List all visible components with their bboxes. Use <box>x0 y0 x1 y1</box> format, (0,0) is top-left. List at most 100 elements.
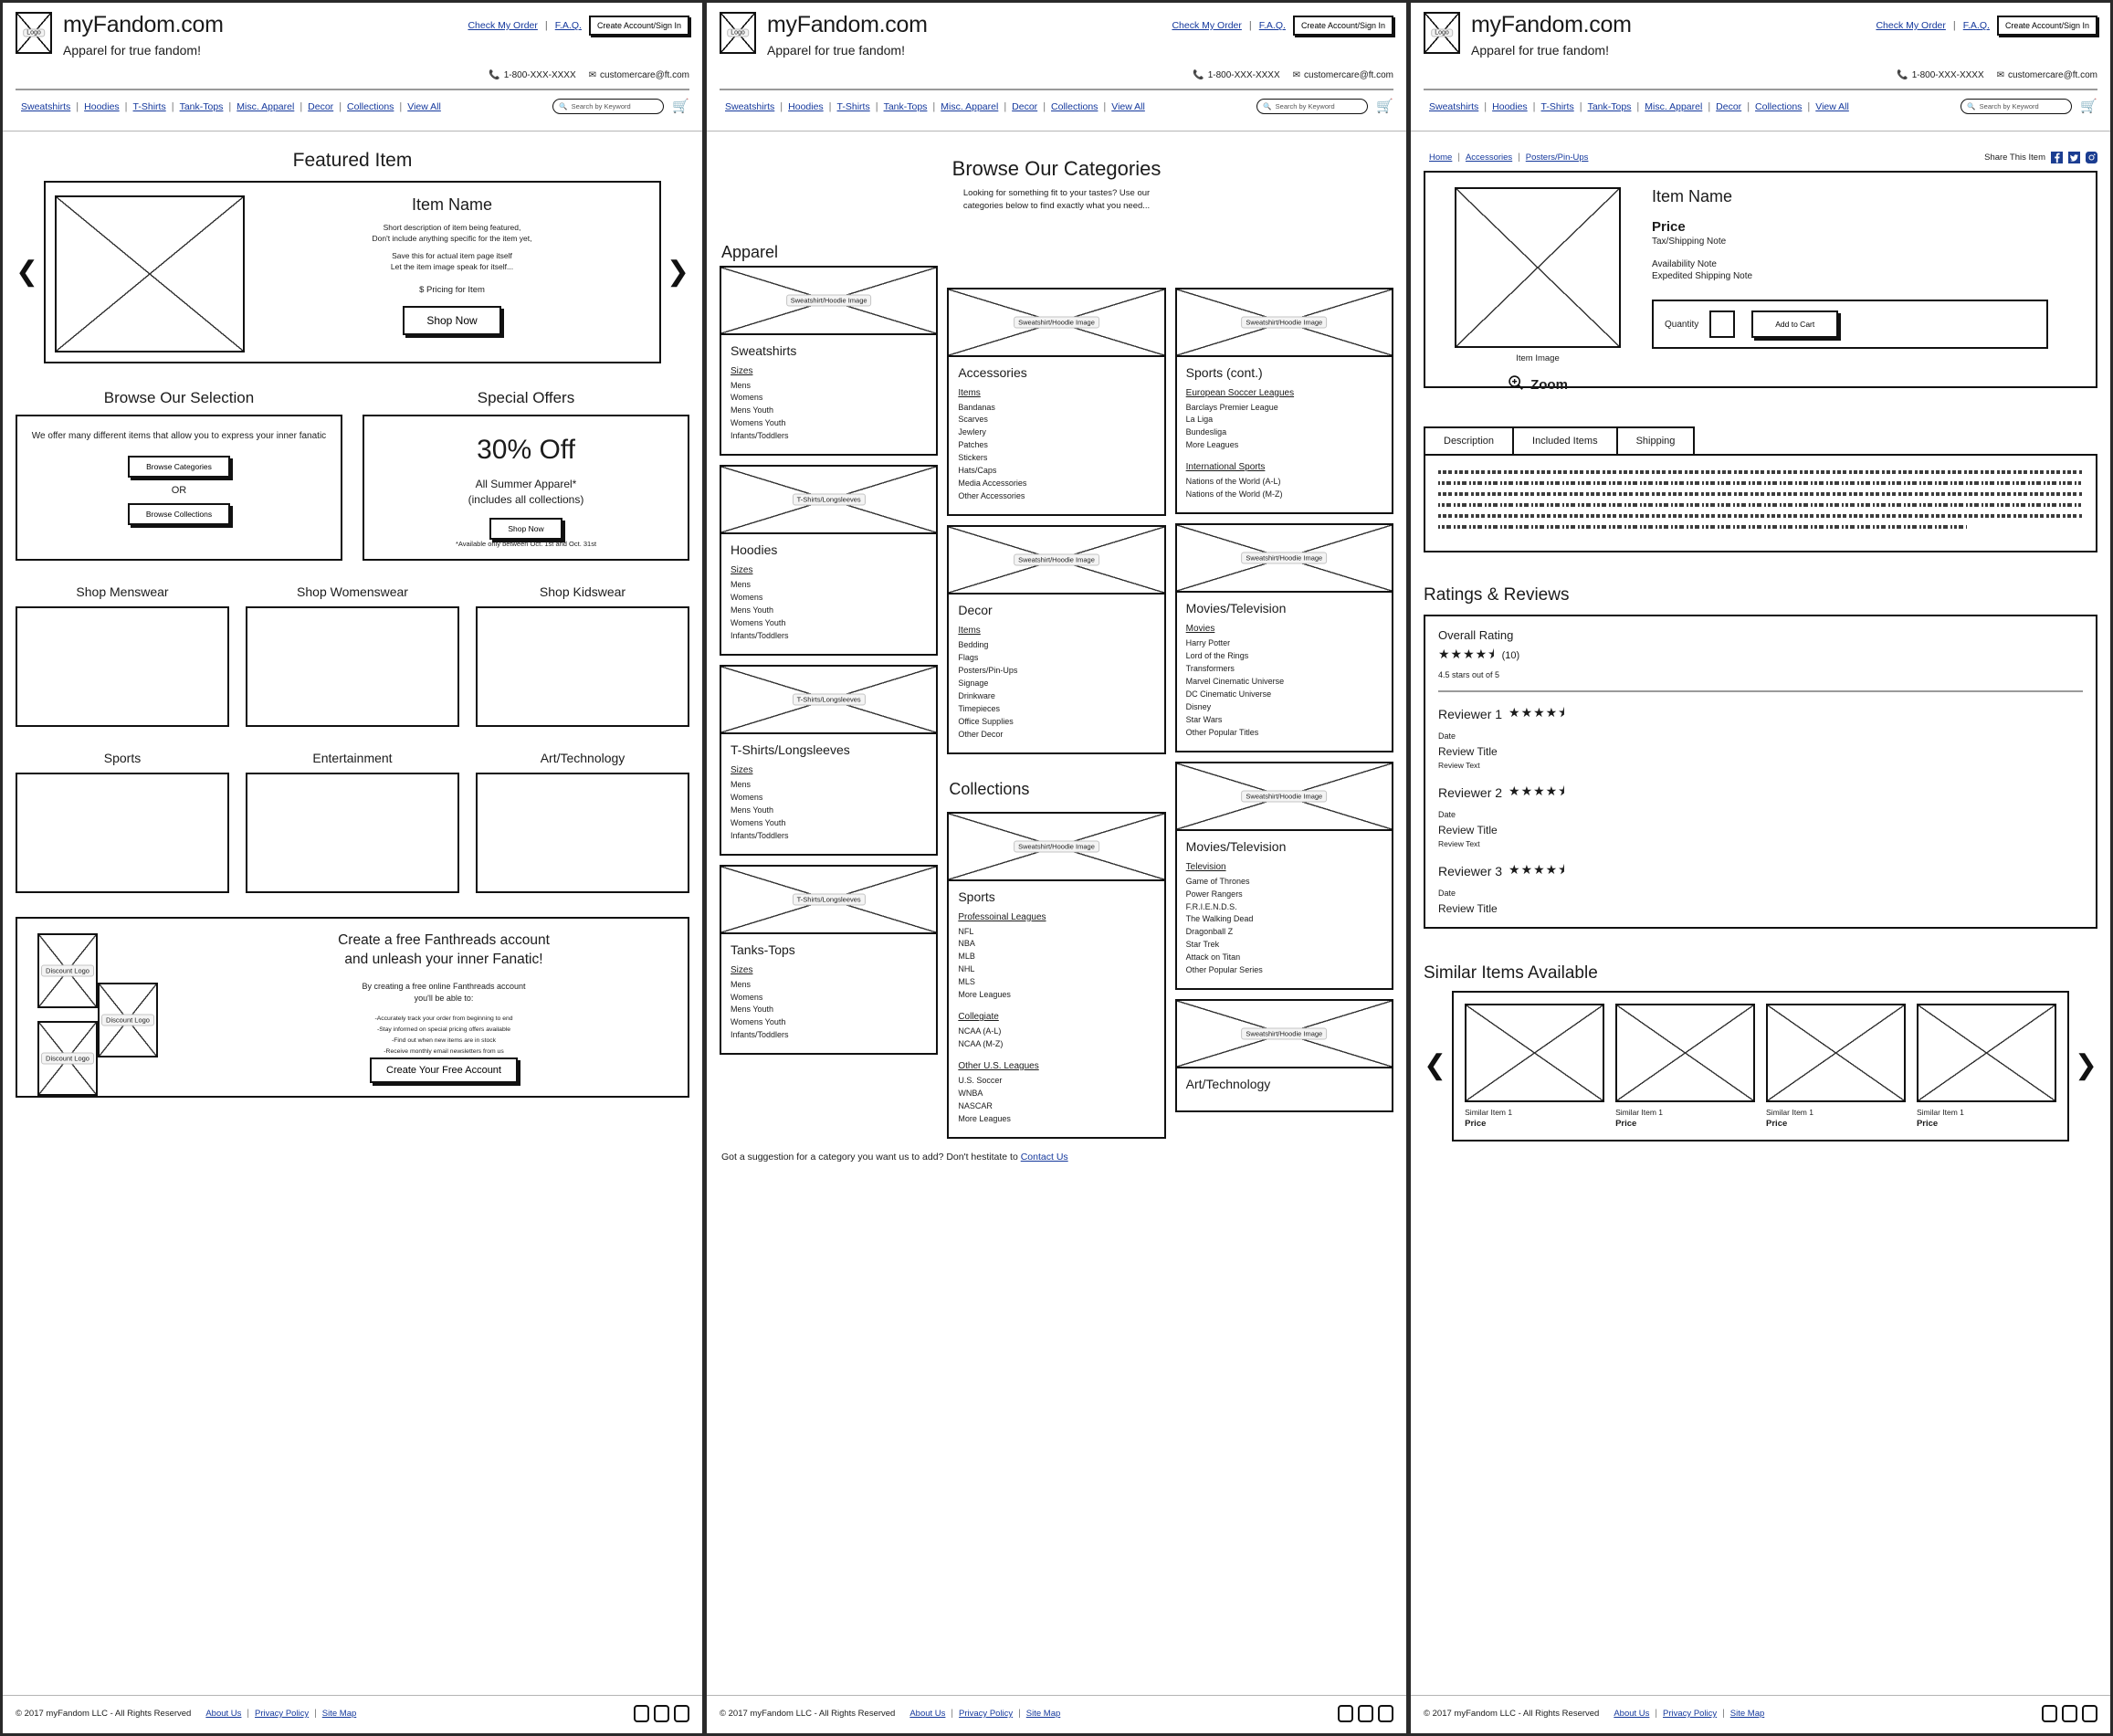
category-list-item[interactable]: Womens Youth <box>731 1016 927 1029</box>
social-icon-2[interactable] <box>1358 1705 1373 1722</box>
nav-item-hoodies[interactable]: Hoodies <box>79 101 125 112</box>
category-list-item[interactable]: The Walking Dead <box>1186 913 1382 926</box>
social-icon-3[interactable] <box>674 1705 689 1722</box>
category-list-item[interactable]: More Leagues <box>958 1113 1154 1126</box>
category-list-item[interactable]: MLB <box>958 951 1154 963</box>
footer-link-about[interactable]: About Us <box>904 1709 951 1719</box>
nav-item-decor[interactable]: Decor <box>1710 101 1747 112</box>
nav-item-collections[interactable]: Collections <box>1046 101 1103 112</box>
similar-next-arrow[interactable]: ❯ <box>2075 1052 2097 1079</box>
social-icon-3[interactable] <box>1378 1705 1393 1722</box>
category-list-item[interactable]: F.R.I.E.N.D.S. <box>1186 901 1382 914</box>
category-list-item[interactable]: Mens Youth <box>731 1004 927 1016</box>
category-list-item[interactable]: Infants/Toddlers <box>731 630 927 643</box>
footer-link-about[interactable]: About Us <box>1608 1709 1655 1719</box>
nav-item-misc-apparel[interactable]: Misc. Apparel <box>231 101 300 112</box>
category-list-item[interactable]: NCAA (A-L) <box>958 1026 1154 1038</box>
footer-link-sitemap[interactable]: Site Map <box>1725 1709 1771 1719</box>
footer-link-sitemap[interactable]: Site Map <box>317 1709 363 1719</box>
nav-item-tshirts[interactable]: T-Shirts <box>832 101 876 112</box>
check-order-link[interactable]: Check My Order <box>1172 20 1241 31</box>
footer-link-privacy[interactable]: Privacy Policy <box>249 1709 314 1719</box>
category-list-item[interactable]: NBA <box>958 938 1154 951</box>
shop-tile-menswear[interactable]: Shop Menswear <box>16 584 229 727</box>
category-list-item[interactable]: MLS <box>958 976 1154 989</box>
category-list-item[interactable]: Harry Potter <box>1186 637 1382 650</box>
category-list-item[interactable]: Office Supplies <box>958 716 1154 729</box>
nav-item-decor[interactable]: Decor <box>1006 101 1043 112</box>
social-icon-2[interactable] <box>654 1705 669 1722</box>
category-list-item[interactable]: Scarves <box>958 414 1154 426</box>
browse-categories-button[interactable]: Browse Categories <box>128 456 230 478</box>
nav-item-view-all[interactable]: View All <box>402 101 447 112</box>
category-list-item[interactable]: Mens Youth <box>731 605 927 617</box>
social-icon-2[interactable] <box>2062 1705 2077 1722</box>
category-card[interactable]: Sweatshirt/Hoodie Image Art/Technology <box>1174 999 1393 1113</box>
carousel-prev-arrow[interactable]: ❮ <box>16 258 38 286</box>
instagram-icon[interactable] <box>2086 152 2097 163</box>
nav-item-tanktops[interactable]: Tank-Tops <box>878 101 933 112</box>
category-list-item[interactable]: Mens <box>731 380 927 393</box>
category-list-item[interactable]: Other Popular Series <box>1186 964 1382 977</box>
category-card[interactable]: Sweatshirt/Hoodie Image Accessories Items B… <box>947 287 1166 516</box>
footer-link-privacy[interactable]: Privacy Policy <box>1657 1709 1722 1719</box>
nav-item-tshirts[interactable]: T-Shirts <box>128 101 172 112</box>
nav-item-tshirts[interactable]: T-Shirts <box>1536 101 1580 112</box>
category-list-item[interactable]: Nations of the World (A-L) <box>1186 476 1382 489</box>
nav-item-collections[interactable]: Collections <box>342 101 399 112</box>
social-icon-1[interactable] <box>2042 1705 2057 1722</box>
category-list-item[interactable]: Hats/Caps <box>958 465 1154 478</box>
nav-item-sweatshirts[interactable]: Sweatshirts <box>1424 101 1484 112</box>
category-card[interactable]: T-Shirts/Longsleeves Tanks-Tops Sizes Mens W… <box>720 864 939 1056</box>
category-card[interactable]: Sweatshirt/Hoodie Image Sweatshirts Sizes M… <box>720 265 939 457</box>
category-list-item[interactable]: Mens <box>731 579 927 592</box>
featured-shop-now-button[interactable]: Shop Now <box>403 306 501 336</box>
search-input[interactable]: 🔍 Search by Keyword <box>552 99 665 114</box>
category-list-item[interactable]: NASCAR <box>958 1100 1154 1113</box>
category-list-item[interactable]: U.S. Soccer <box>958 1075 1154 1088</box>
category-list-item[interactable]: Other Popular Titles <box>1186 727 1382 740</box>
category-list-item[interactable]: Star Wars <box>1186 714 1382 727</box>
contact-us-link[interactable]: Contact Us <box>1021 1152 1068 1163</box>
category-list-item[interactable]: Lord of the Rings <box>1186 650 1382 663</box>
browse-collections-button[interactable]: Browse Collections <box>127 503 231 525</box>
category-list-item[interactable]: More Leagues <box>958 989 1154 1002</box>
category-list-item[interactable]: More Leagues <box>1186 439 1382 452</box>
category-list-item[interactable]: Flags <box>958 652 1154 665</box>
social-icon-1[interactable] <box>1338 1705 1353 1722</box>
check-order-link[interactable]: Check My Order <box>468 20 537 31</box>
create-account-button[interactable]: Create Account/Sign In <box>1292 16 1393 36</box>
product-image-placeholder[interactable] <box>1455 187 1621 348</box>
breadcrumb-home[interactable]: Home <box>1424 153 1457 163</box>
category-list-item[interactable]: Infants/Toddlers <box>731 430 927 443</box>
nav-item-sweatshirts[interactable]: Sweatshirts <box>720 101 780 112</box>
nav-item-sweatshirts[interactable]: Sweatshirts <box>16 101 76 112</box>
add-to-cart-button[interactable]: Add to Cart <box>1751 310 1839 338</box>
search-input[interactable]: 🔍 Search by Keyword <box>1961 99 2073 114</box>
category-list-item[interactable]: WNBA <box>958 1088 1154 1100</box>
category-list-item[interactable]: Infants/Toddlers <box>731 830 927 843</box>
category-list-item[interactable]: Barclays Premier League <box>1186 402 1382 415</box>
breadcrumb-posters[interactable]: Posters/Pin-Ups <box>1520 153 1594 163</box>
category-list-item[interactable]: Mens <box>731 779 927 792</box>
category-list-item[interactable]: Signage <box>958 678 1154 690</box>
category-list-item[interactable]: Mens <box>731 979 927 992</box>
nav-item-tanktops[interactable]: Tank-Tops <box>1582 101 1637 112</box>
category-list-item[interactable]: Other Decor <box>958 729 1154 742</box>
category-list-item[interactable]: Womens Youth <box>731 617 927 630</box>
nav-item-tanktops[interactable]: Tank-Tops <box>174 101 229 112</box>
faq-link[interactable]: F.A.Q. <box>555 20 582 31</box>
category-list-item[interactable]: Attack on Titan <box>1186 952 1382 964</box>
tab-description[interactable]: Description <box>1424 426 1515 454</box>
nav-item-hoodies[interactable]: Hoodies <box>1487 101 1533 112</box>
create-account-button[interactable]: Create Account/Sign In <box>588 16 689 36</box>
create-account-button[interactable]: Create Account/Sign In <box>1996 16 2097 36</box>
category-card[interactable]: Sweatshirt/Hoodie Image Decor Items Bedding… <box>947 525 1166 754</box>
footer-link-privacy[interactable]: Privacy Policy <box>953 1709 1018 1719</box>
twitter-icon[interactable] <box>2068 152 2080 163</box>
category-card[interactable]: T-Shirts/Longsleeves Hoodies Sizes Mens Wome… <box>720 465 939 656</box>
category-list-item[interactable]: Stickers <box>958 452 1154 465</box>
category-list-item[interactable]: La Liga <box>1186 414 1382 426</box>
category-card[interactable]: Sweatshirt/Hoodie Image Movies/Television… <box>1174 523 1393 752</box>
faq-link[interactable]: F.A.Q. <box>1963 20 1990 31</box>
